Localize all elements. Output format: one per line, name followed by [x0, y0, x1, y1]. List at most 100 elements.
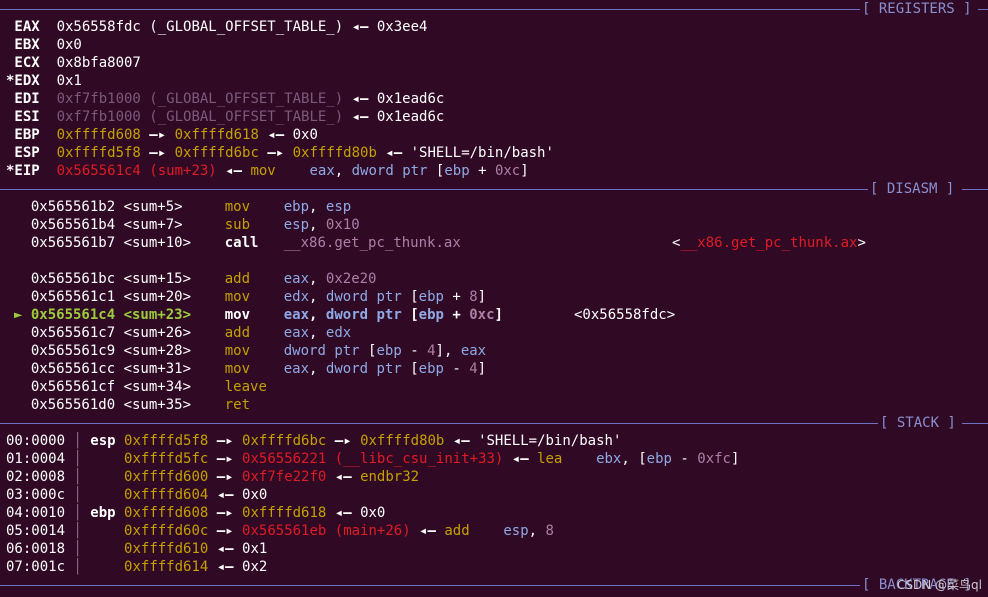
pointer-arrow: ◂— — [326, 505, 361, 521]
instruction-mnemonic: add — [224, 271, 284, 287]
stack-row: 02:0008 │ 0xffffd600 —▸ 0xf7fe22f0 ◂— en… — [6, 468, 419, 486]
value-segment: eax — [283, 361, 310, 377]
pointer-arrow: ◂— — [343, 91, 377, 107]
instruction-address: 0x565561b4 <sum+7> — [30, 217, 208, 233]
pointer-arrow: —▸ — [140, 127, 175, 143]
register-row: *EIP 0x565561c4 (sum+23) ◂— mov eax, dwo… — [6, 162, 529, 180]
value-segment: 0x565561eb (main+26) — [242, 523, 411, 539]
value-segment: 0xffffd5f8 — [124, 433, 209, 449]
instruction-address: 0x565561c7 <sum+26> — [30, 325, 208, 341]
value-segment: 0xf7fb1000 (_GLOBAL_OFFSET_TABLE_) — [56, 91, 344, 107]
instruction-address: 0x565561bc <sum+15> — [30, 271, 208, 287]
pointer-arrow: ◂— — [410, 523, 445, 539]
value-segment: 0x0 — [242, 487, 268, 503]
register-name: EDI — [6, 91, 40, 107]
disasm-row: 0x565561c1 <sum+20> mov edx, dword ptr [… — [14, 288, 486, 306]
pointer-arrow: ◂— — [216, 163, 251, 179]
value-segment: [ — [410, 361, 419, 377]
value-segment: 0xffffd60c — [124, 523, 209, 539]
value-segment: + — [443, 289, 470, 305]
value-segment: 0xffffd608 — [56, 127, 141, 143]
registers-separator-rule — [0, 9, 862, 10]
stack-offset: 04:0010 — [6, 505, 74, 521]
stack-register-label — [82, 487, 124, 503]
value-segment: , — [309, 217, 326, 233]
value-segment: 0xffffd618 — [242, 505, 327, 521]
disasm-row: 0x565561cf <sum+34> leave — [14, 378, 284, 396]
value-segment: > — [857, 235, 866, 251]
value-segment: 4 — [427, 343, 436, 359]
stack-register-label — [82, 559, 124, 575]
register-name: EBP — [6, 127, 40, 143]
stack-register-label: esp — [81, 433, 125, 449]
value-segment: 0x2 — [242, 559, 268, 575]
value-segment: 0x565561c4 (sum+23) — [56, 163, 217, 179]
stack-offset: 06:0018 — [6, 541, 74, 557]
value-segment: eax — [283, 307, 310, 323]
value-segment: add — [444, 523, 504, 539]
stack-offset: 03:000c — [6, 487, 74, 503]
stack-divider: │ — [73, 487, 82, 503]
disasm-separator-title: [ DISASM ] — [868, 180, 957, 198]
current-instruction-icon: ► — [14, 307, 31, 323]
value-segment: ebp — [418, 307, 444, 323]
value-segment: endbr32 — [360, 469, 420, 485]
instruction-mnemonic: sub — [224, 217, 284, 233]
value-segment: 0xffffd618 — [174, 127, 259, 143]
value-segment: esp — [325, 199, 352, 215]
value-segment: , — [309, 361, 326, 377]
value-segment: 0x0 — [360, 505, 386, 521]
value-segment: 0xffffd604 — [124, 487, 209, 503]
instruction-address: 0x565561d0 <sum+35> — [30, 397, 208, 413]
value-segment: mov — [250, 163, 310, 179]
stack-row: 07:001c │ 0xffffd614 ◂— 0x2 — [6, 558, 267, 576]
value-segment: - — [401, 343, 428, 359]
stack-divider: │ — [73, 469, 82, 485]
stack-offset: 02:0008 — [6, 469, 74, 485]
value-segment: esp — [283, 217, 310, 233]
register-row: *EDX 0x1 — [6, 72, 82, 90]
instruction-annotation: <__x86.get_pc_thunk.ax> — [672, 234, 866, 252]
stack-separator-rule — [0, 423, 880, 424]
disasm-row: 0x565561b4 <sum+7> sub esp, 0x10 — [14, 216, 360, 234]
instruction-mnemonic: mov — [224, 361, 284, 377]
value-segment: , — [309, 307, 326, 323]
pointer-arrow: ◂— — [503, 451, 538, 467]
pointer-arrow: —▸ — [208, 523, 243, 539]
instruction-address: 0x565561c4 <sum+23> — [30, 307, 208, 323]
stack-divider: │ — [73, 505, 82, 521]
register-row: EAX 0x56558fdc (_GLOBAL_OFFSET_TABLE_) ◂… — [6, 18, 427, 36]
stack-divider: │ — [73, 541, 82, 557]
register-name: ESI — [6, 109, 40, 125]
instruction-mnemonic: mov — [224, 289, 284, 305]
stack-offset: 00:0000 — [6, 433, 74, 449]
instruction-address: 0x565561b2 <sum+5> — [30, 199, 208, 215]
disasm-row: 0x565561c7 <sum+26> add eax, edx — [14, 324, 351, 342]
stack-separator-title: [ STACK ] — [878, 414, 958, 432]
value-segment: 0xffffd5f8 — [56, 145, 141, 161]
register-row: EBP 0xffffd608 —▸ 0xffffd618 ◂— 0x0 — [6, 126, 317, 144]
pointer-arrow: —▸ — [208, 433, 243, 449]
value-segment: 0x56556221 (__libc_csu_init+33) — [242, 451, 504, 467]
value-segment: 0xffffd600 — [124, 469, 209, 485]
value-segment: 0xffffd6bc — [242, 433, 327, 449]
pointer-arrow: —▸ — [326, 433, 361, 449]
value-segment: dword ptr — [351, 163, 436, 179]
value-segment: ebp — [376, 343, 402, 359]
stack-row: 03:000c │ 0xffffd604 ◂— 0x0 — [6, 486, 267, 504]
stack-register-label — [82, 451, 124, 467]
value-segment: dword ptr — [325, 289, 411, 305]
value-segment: 0x2e20 — [325, 271, 377, 287]
value-segment: 0x10 — [325, 217, 360, 233]
watermark: CSDN @菜鸟ql — [897, 578, 982, 592]
